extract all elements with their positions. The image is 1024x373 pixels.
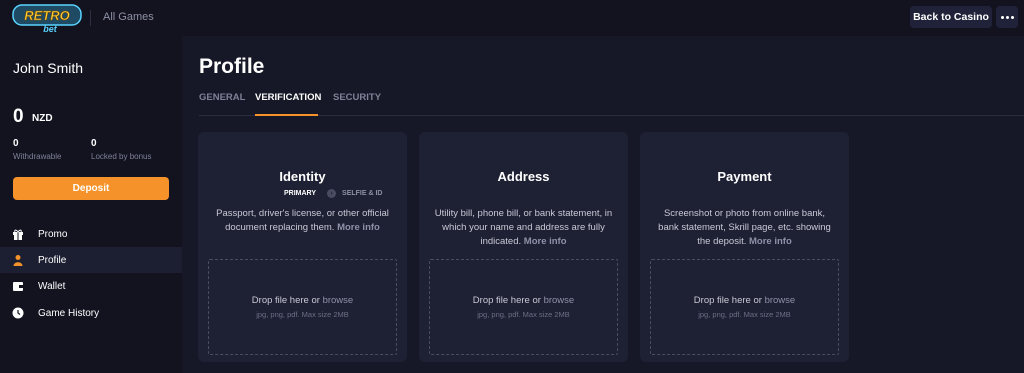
sidebar: John Smith 0 NZD 0 Withdrawable 0 Locked… — [0, 36, 182, 373]
payment-card: Payment Screenshot or photo from online … — [640, 132, 849, 362]
user-icon — [13, 255, 23, 266]
card-title: Payment — [717, 169, 772, 184]
sidebar-item-wallet[interactable]: Wallet — [0, 273, 182, 299]
all-games-link[interactable]: All Games — [103, 11, 154, 23]
sidebar-item-promo[interactable]: Promo — [0, 221, 182, 247]
chevron-right-icon: › — [327, 189, 337, 198]
user-name: John Smith — [13, 60, 84, 76]
sidebar-item-label: Game History — [38, 307, 100, 319]
wallet-icon — [13, 282, 23, 291]
step-primary: PRIMARY — [284, 190, 317, 197]
sidebar-item-label: Wallet — [38, 280, 66, 292]
locked-value: 0 — [91, 138, 97, 149]
file-drop-zone[interactable]: Drop file here or browse jpg, png, pdf. … — [208, 259, 397, 355]
deposit-button[interactable]: Deposit — [13, 177, 169, 200]
more-info-link[interactable]: More info — [524, 236, 567, 247]
locked-label: Locked by bonus — [91, 152, 152, 161]
step-selfie-id: SELFIE & ID — [342, 190, 383, 197]
gift-icon — [13, 229, 23, 240]
svg-text:RETRO: RETRO — [24, 8, 70, 23]
tabs-divider — [199, 115, 1024, 116]
file-drop-zone[interactable]: Drop file here or browse jpg, png, pdf. … — [429, 259, 618, 355]
card-description: Passport, driver's license, or other off… — [216, 208, 389, 233]
withdrawable-label: Withdrawable — [13, 152, 62, 161]
file-hint: jpg, png, pdf. Max size 2MB — [477, 310, 570, 319]
sidebar-item-label: Promo — [38, 228, 68, 240]
file-hint: jpg, png, pdf. Max size 2MB — [256, 310, 349, 319]
top-bar: RETRO bet All Games Back to Casino — [0, 0, 1024, 36]
file-hint: jpg, png, pdf. Max size 2MB — [698, 310, 791, 319]
clock-icon — [12, 307, 24, 319]
page-title: Profile — [199, 55, 265, 78]
card-title: Address — [497, 169, 550, 184]
card-description: Screenshot or photo from online bank, ba… — [658, 208, 831, 247]
card-description: Utility bill, phone bill, or bank statem… — [434, 208, 613, 247]
address-card: Address Utility bill, phone bill, or ban… — [419, 132, 628, 362]
back-to-casino-button[interactable]: Back to Casino — [910, 6, 992, 28]
browse-link[interactable]: browse — [765, 295, 796, 306]
verification-steps: PRIMARY › SELFIE & ID — [284, 189, 382, 198]
more-horizontal-icon — [1000, 15, 1004, 19]
identity-card: Identity PRIMARY › SELFIE & ID Passport,… — [198, 132, 407, 362]
sidebar-item-profile[interactable]: Profile — [0, 247, 182, 273]
retrobet-logo[interactable]: RETRO bet — [12, 4, 82, 34]
balance-amount: 0 — [13, 106, 24, 127]
browse-link[interactable]: browse — [544, 295, 575, 306]
withdrawable-value: 0 — [13, 138, 19, 149]
tab-verification[interactable]: VERIFICATION — [255, 92, 321, 103]
active-tab-indicator — [255, 114, 318, 116]
file-drop-zone[interactable]: Drop file here or browse jpg, png, pdf. … — [650, 259, 839, 355]
card-title: Identity — [279, 169, 326, 184]
balance-currency: NZD — [32, 113, 53, 124]
sidebar-item-label: Profile — [38, 254, 67, 266]
more-info-link[interactable]: More info — [749, 236, 792, 247]
divider — [90, 10, 91, 26]
browse-link[interactable]: browse — [323, 295, 354, 306]
more-options-button[interactable] — [996, 6, 1018, 28]
more-info-link[interactable]: More info — [337, 222, 380, 233]
tab-security[interactable]: SECURITY — [333, 92, 381, 103]
sidebar-item-game-history[interactable]: Game History — [0, 300, 182, 326]
tab-general[interactable]: GENERAL — [199, 92, 245, 103]
svg-text:bet: bet — [43, 24, 58, 34]
